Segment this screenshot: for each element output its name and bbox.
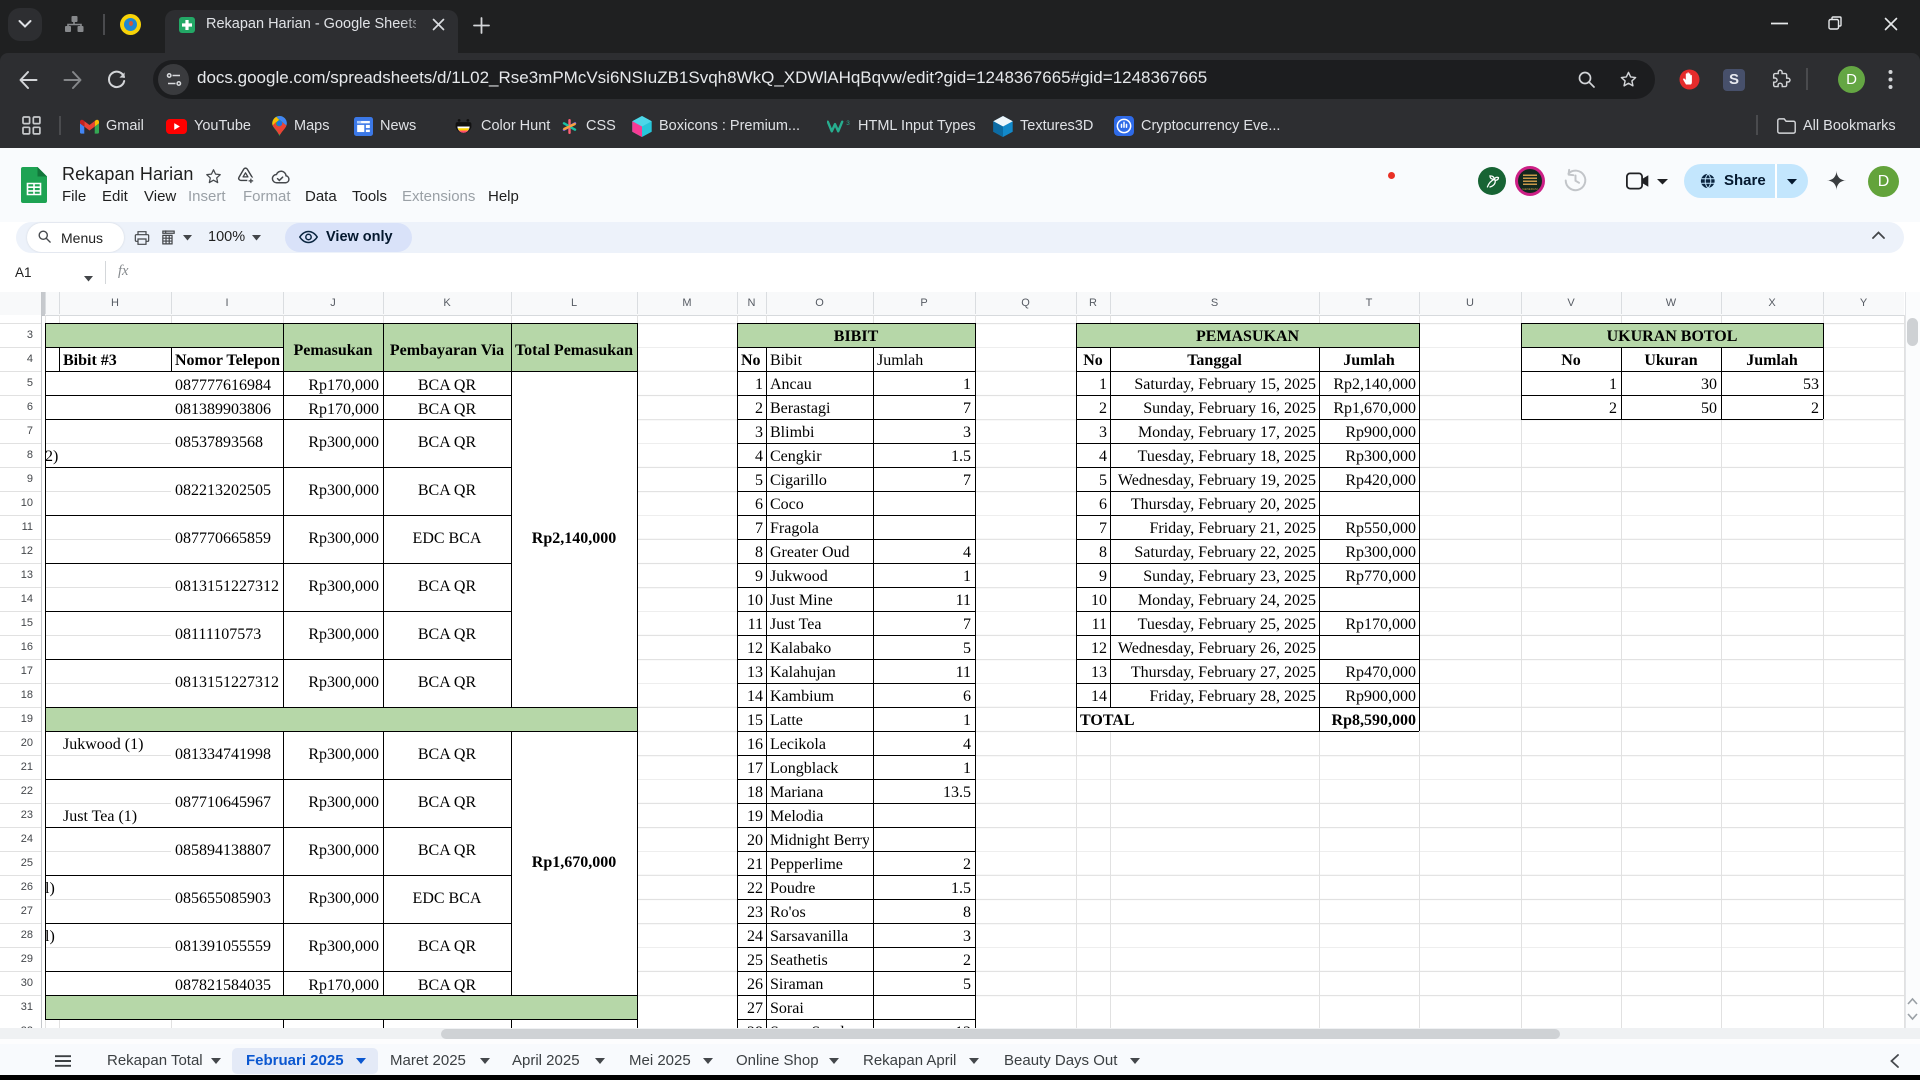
svg-text:3: 3 <box>846 119 850 126</box>
